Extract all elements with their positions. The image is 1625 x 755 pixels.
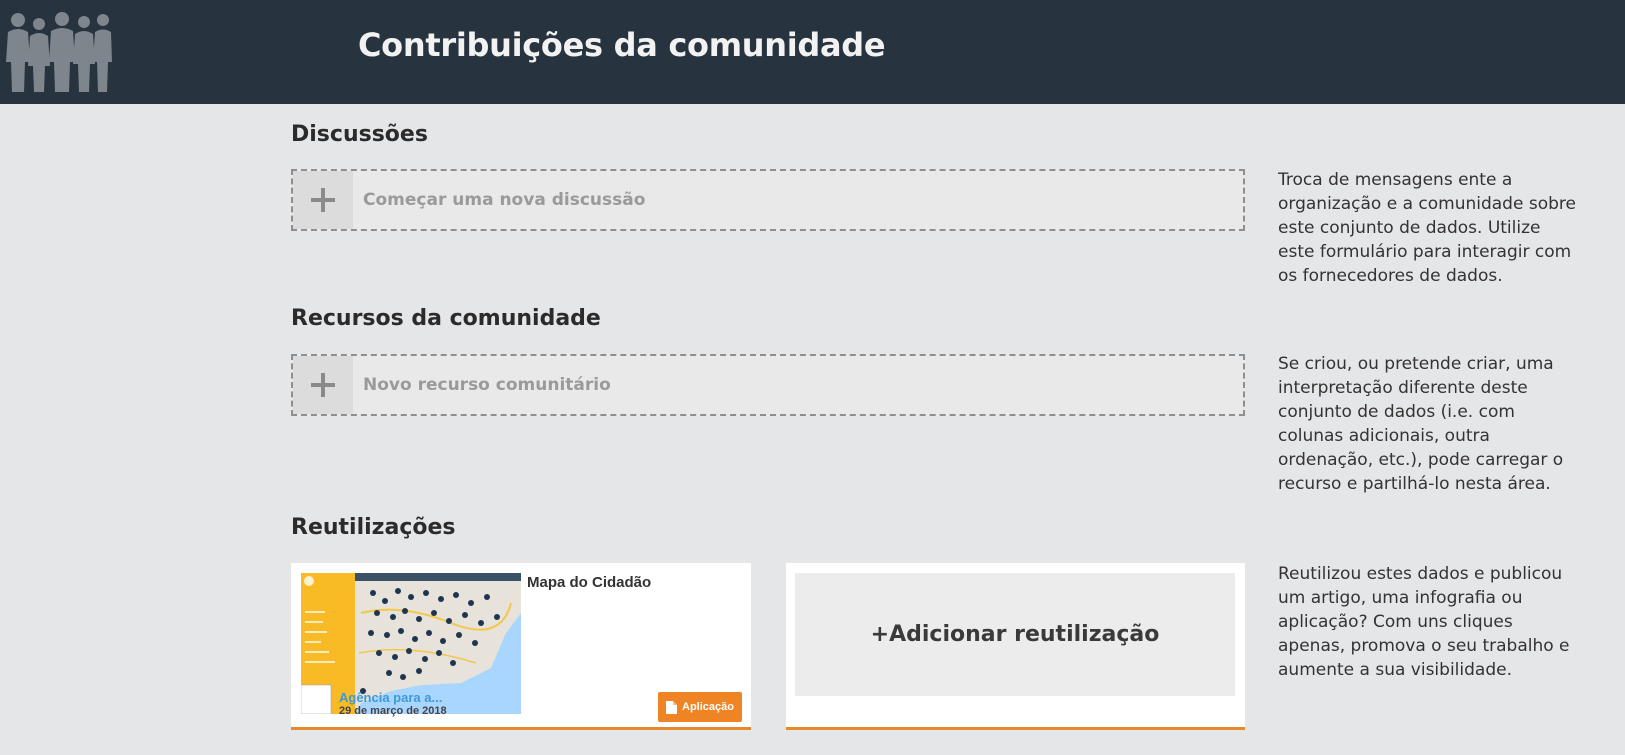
document-icon (666, 700, 678, 714)
add-reuse-button[interactable]: +Adicionar reutilização (795, 573, 1235, 696)
reuse-card[interactable]: Mapa do Cidadão Agência para a... 29 de … (291, 563, 751, 730)
page-header: Contribuições da comunidade (0, 0, 1625, 104)
new-community-resource-label: Novo recurso comunitário (363, 375, 611, 395)
reuses-description: Reutilizou estes dados e publicou um art… (1278, 564, 1570, 680)
plus-icon (293, 171, 353, 229)
reuse-date: 29 de março de 2018 (339, 705, 447, 717)
reuses-title: Reutilizações (291, 515, 456, 540)
community-resources-description: Se criou, ou pretende criar, uma interpr… (1278, 354, 1564, 494)
page-title: Contribuições da comunidade (358, 26, 886, 64)
plus-icon (293, 356, 353, 414)
reuse-title[interactable]: Mapa do Cidadão (527, 574, 651, 591)
new-discussion-label: Começar uma nova discussão (363, 190, 646, 210)
discussions-description: Troca de mensagens ente a organização e … (1278, 170, 1576, 286)
add-reuse-card[interactable]: +Adicionar reutilização (786, 563, 1245, 730)
discussions-title: Discussões (291, 122, 428, 147)
reuse-type-badge: Aplicação (658, 692, 742, 722)
people-silhouettes-icon (6, 12, 112, 92)
reuse-organization[interactable]: Agência para a... (339, 690, 442, 705)
new-community-resource-button[interactable]: Novo recurso comunitário (291, 354, 1245, 416)
reuse-type-label: Aplicação (682, 701, 734, 713)
new-discussion-button[interactable]: Começar uma nova discussão (291, 169, 1245, 231)
community-resources-title: Recursos da comunidade (291, 306, 601, 331)
